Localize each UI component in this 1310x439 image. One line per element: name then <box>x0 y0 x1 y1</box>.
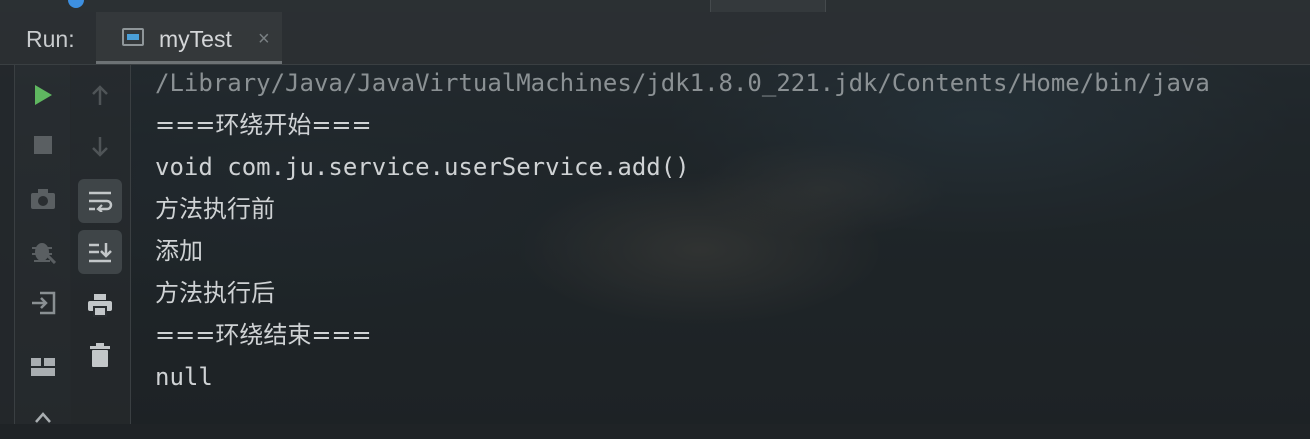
tab-mytest[interactable]: myTest × <box>96 12 282 64</box>
arrow-up-icon <box>92 85 108 105</box>
console-line-command: /Library/Java/JavaVirtualMachines/jdk1.8… <box>155 69 1210 97</box>
exit-icon <box>32 291 56 315</box>
print-button[interactable] <box>78 283 122 327</box>
console-line: 添加 <box>155 237 203 265</box>
clear-all-button[interactable] <box>78 333 122 377</box>
close-icon[interactable]: × <box>258 28 270 51</box>
camera-icon <box>31 189 55 209</box>
layout-button[interactable] <box>21 345 65 389</box>
console-tab-icon <box>122 28 144 46</box>
debug-button[interactable] <box>21 229 65 273</box>
print-icon <box>88 294 112 317</box>
stop-icon <box>34 136 52 154</box>
scroll-to-end-icon <box>89 243 112 263</box>
run-toolbar <box>14 65 71 424</box>
console-line: ===环绕结束=== <box>155 321 372 349</box>
console-line: null <box>155 363 213 391</box>
rerun-button[interactable] <box>21 73 65 117</box>
arrow-down-icon <box>92 137 108 157</box>
collapse-button[interactable] <box>21 395 65 439</box>
tab-title: myTest <box>159 26 232 52</box>
run-header: Run: myTest × <box>0 12 1310 65</box>
top-strip <box>0 0 1310 12</box>
rerun-icon <box>35 85 52 105</box>
chevron-up-icon <box>35 412 51 423</box>
soft-wrap-icon <box>89 191 113 212</box>
soft-wrap-button[interactable] <box>78 179 122 223</box>
run-label: Run: <box>26 26 75 52</box>
stop-button[interactable] <box>21 123 65 167</box>
console-line: ===环绕开始=== <box>155 111 372 139</box>
status-dot <box>68 0 84 8</box>
left-edge <box>0 65 14 424</box>
console-line: 方法执行后 <box>155 279 275 307</box>
scroll-to-end-button[interactable] <box>78 230 122 274</box>
layout-icon <box>31 358 55 376</box>
console-line: 方法执行前 <box>155 195 275 223</box>
previous-occurrence-button[interactable] <box>78 73 122 117</box>
console-toolbar <box>70 65 131 424</box>
debug-bug-icon <box>32 243 56 264</box>
dump-threads-button[interactable] <box>21 177 65 221</box>
next-occurrence-button[interactable] <box>78 125 122 169</box>
exit-button[interactable] <box>21 281 65 325</box>
console-output[interactable]: /Library/Java/JavaVirtualMachines/jdk1.8… <box>131 65 1310 424</box>
trash-icon <box>90 343 110 367</box>
console-line: void com.ju.service.userService.add() <box>155 153 690 181</box>
